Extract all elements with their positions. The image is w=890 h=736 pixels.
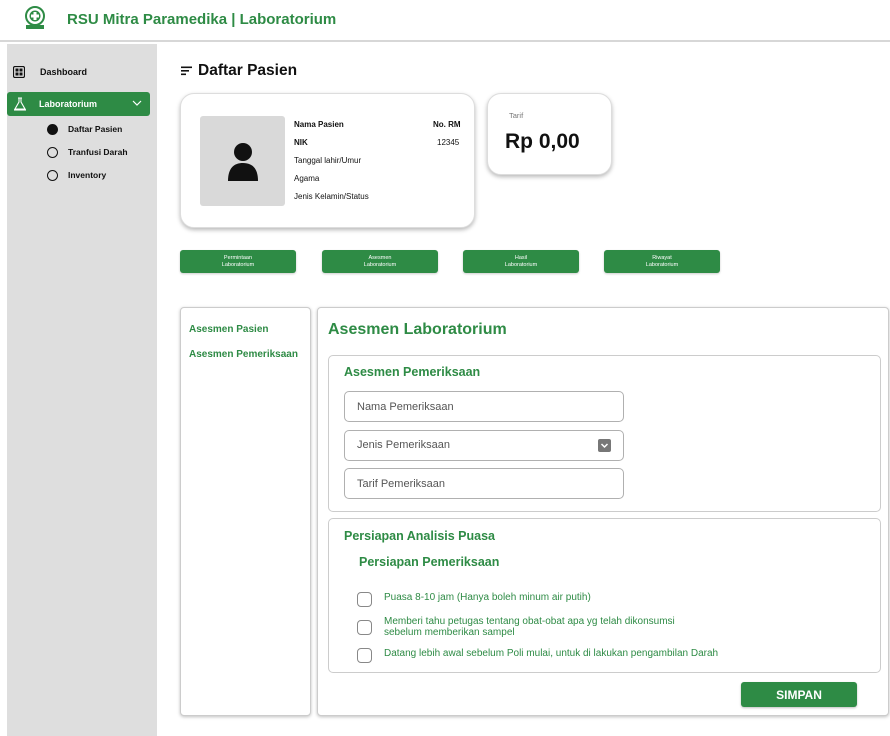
assessment-main-panel: Asesmen Laboratorium Asesmen Pemeriksaan…: [317, 307, 889, 716]
tab-riwayat-laboratorium[interactable]: Riwayat Laboratorium: [604, 250, 720, 273]
top-bar: RSU Mitra Paramedika | Laboratorium: [0, 0, 890, 42]
patient-nik-label: NIK: [294, 138, 308, 147]
main-panel-title: Asesmen Laboratorium: [328, 321, 507, 338]
section-subtitle: Persiapan Pemeriksaan: [359, 555, 500, 569]
exam-type-value: Jenis Pemeriksaan: [357, 439, 450, 451]
section-persiapan-analisis-puasa: Persiapan Analisis Puasa Persiapan Pemer…: [328, 518, 881, 673]
tab-label-line1: Permintaan: [223, 255, 253, 261]
hospital-logo-icon: [25, 6, 45, 29]
avatar: [200, 116, 285, 206]
checkbox[interactable]: [357, 648, 372, 663]
patient-religion-label: Agama: [294, 174, 320, 183]
sidebar-item-dashboard[interactable]: Dashboard: [13, 62, 87, 82]
menu-link-asesmen-pemeriksaan[interactable]: Asesmen Pemeriksaan: [189, 349, 298, 360]
section-title: Asesmen Pemeriksaan: [344, 365, 481, 379]
tab-hasil-laboratorium[interactable]: Hasil Laboratorium: [463, 250, 579, 273]
sidebar-item-label: Dashboard: [40, 67, 88, 77]
menu-link-asesmen-pasien[interactable]: Asesmen Pasien: [189, 324, 269, 335]
patient-rm-value: 12345: [437, 138, 460, 147]
list-lines-icon: [181, 66, 192, 76]
checklist-item-label: Memberi tahu petugas tentang obat-obat a…: [384, 616, 675, 638]
chevron-down-icon: [598, 439, 611, 452]
radio-empty-icon: [47, 146, 58, 158]
sidebar-subitem-inventory[interactable]: Inventory: [47, 168, 106, 182]
tab-asesmen-laboratorium[interactable]: Asesmen Laboratorium: [322, 250, 438, 273]
app-title: RSU Mitra Paramedika | Laboratorium: [67, 11, 337, 28]
patient-name-label: Nama Pasien: [294, 120, 344, 129]
tab-label-line2: Laboratorium: [221, 261, 255, 268]
page-title: Daftar Pasien: [181, 62, 297, 80]
checklist-item[interactable]: Puasa 8-10 jam (Hanya boleh minum air pu…: [357, 592, 591, 607]
patient-rm-label: No. RM: [433, 120, 461, 129]
sidebar-item-label: Laboratorium: [39, 99, 98, 109]
section-asesmen-pemeriksaan: Asesmen Pemeriksaan Jenis Pemeriksaan: [328, 355, 881, 512]
checklist-item[interactable]: Datang lebih awal sebelum Poli mulai, un…: [357, 648, 718, 663]
sidebar-subitem-tranfusi-darah[interactable]: Tranfusi Darah: [47, 145, 128, 159]
sidebar-subitem-daftar-pasien[interactable]: Daftar Pasien: [47, 122, 122, 136]
patient-card: Nama Pasien NIK Tanggal lahir/Umur Agama…: [180, 93, 475, 228]
checklist-item-label-line2: sebelum memberikan sampel: [384, 627, 515, 638]
assessment-menu-panel: Asesmen Pasien Asesmen Pemeriksaan: [180, 307, 311, 716]
sidebar: Dashboard Laboratorium Daftar Pasien Tra…: [7, 44, 157, 736]
dashboard-grid-icon: [13, 66, 25, 78]
sidebar-subitem-label: Daftar Pasien: [68, 124, 123, 134]
section-title: Persiapan Analisis Puasa: [344, 529, 496, 543]
user-silhouette-icon: [227, 143, 258, 181]
lab-icon: [14, 97, 26, 111]
radio-selected-icon: [47, 123, 58, 135]
chevron-down-icon: [132, 100, 142, 106]
tab-label-line2: Laboratorium: [645, 261, 679, 268]
tariff-value: Rp 0,00: [505, 130, 580, 153]
checkbox[interactable]: [357, 620, 372, 635]
sidebar-subitem-label: Inventory: [68, 170, 107, 180]
sidebar-subitem-label: Tranfusi Darah: [68, 147, 128, 157]
radio-empty-icon: [47, 169, 58, 181]
tab-label-line2: Laboratorium: [363, 261, 397, 268]
exam-tariff-input[interactable]: [344, 468, 624, 499]
tab-permintaan-laboratorium[interactable]: Permintaan Laboratorium: [180, 250, 296, 273]
checklist-item[interactable]: Memberi tahu petugas tentang obat-obat a…: [357, 616, 675, 638]
checklist-item-label: Puasa 8-10 jam (Hanya boleh minum air pu…: [384, 592, 591, 603]
checkbox[interactable]: [357, 592, 372, 607]
exam-type-select[interactable]: Jenis Pemeriksaan: [344, 430, 624, 461]
tariff-label: Tarif: [509, 111, 524, 120]
checklist-item-label: Datang lebih awal sebelum Poli mulai, un…: [384, 648, 719, 659]
exam-name-input[interactable]: [344, 391, 624, 422]
tab-label-line1: Asesmen: [368, 255, 392, 261]
tab-label-line2: Laboratorium: [504, 261, 538, 268]
tab-label-line1: Riwayat: [652, 255, 672, 261]
patient-gender-label: Jenis Kelamin/Status: [294, 192, 369, 201]
checklist-item-label-line1: Memberi tahu petugas tentang obat-obat a…: [384, 616, 675, 627]
save-button[interactable]: SIMPAN: [741, 682, 857, 707]
page-title-text: Daftar Pasien: [198, 62, 298, 79]
tariff-card: Tarif Rp 0,00: [487, 93, 612, 175]
patient-birth-label: Tanggal lahir/Umur: [294, 156, 362, 165]
sidebar-item-laboratorium[interactable]: Laboratorium: [7, 92, 150, 116]
tab-label-line1: Hasil: [514, 255, 528, 261]
